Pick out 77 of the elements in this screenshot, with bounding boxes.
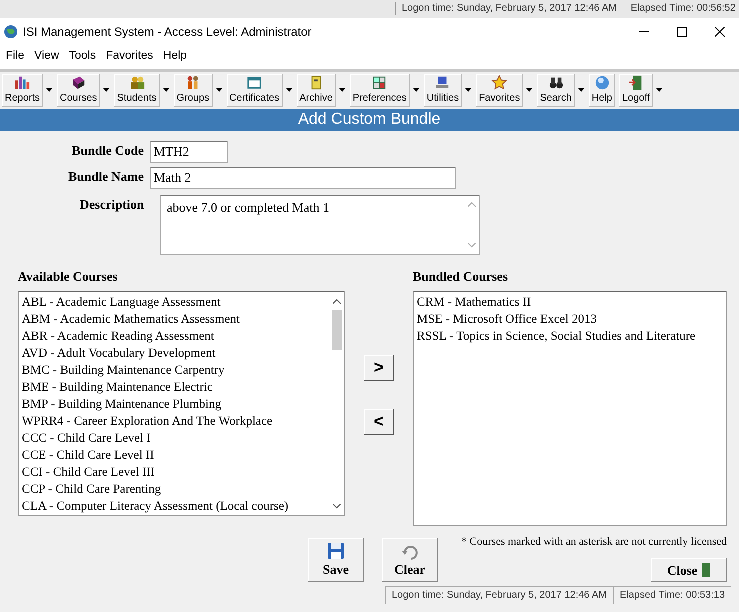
star-icon [491, 75, 508, 92]
grid-icon [371, 75, 388, 92]
scroll-down-icon[interactable] [333, 504, 341, 509]
list-item[interactable]: BMC - Building Maintenance Carpentry [22, 362, 326, 379]
toolbar-button[interactable]: Help [588, 74, 616, 108]
caret-icon[interactable] [578, 88, 585, 92]
menu-item[interactable]: Favorites [106, 48, 154, 66]
binoculars-icon [548, 75, 565, 92]
menu-item[interactable]: Help [163, 48, 188, 66]
toolbar-button[interactable]: Certificates [226, 74, 283, 108]
list-item[interactable]: CRM - Mathematics II [417, 294, 723, 311]
list-item[interactable]: ABM - Academic Mathematics Assessment [22, 310, 326, 328]
help-icon [594, 75, 611, 92]
page-title: Add Custom Bundle [0, 109, 739, 132]
caret-icon[interactable] [412, 88, 420, 92]
list-item[interactable]: ABR - Academic Reading Assessment [22, 328, 326, 345]
action-button[interactable]: Clear [382, 538, 438, 582]
list-item[interactable]: CCI - Child Care Level III [22, 464, 326, 481]
list-label: Available Courses [18, 268, 119, 286]
list-item[interactable]: BME - Building Maintenance Electric [22, 378, 326, 396]
caret-icon[interactable] [216, 88, 223, 92]
window-title: ISI Management System - Access Level: Administrator [23, 24, 312, 41]
list-item[interactable]: CCP - Child Care Parenting [22, 480, 326, 498]
bundled-courses-list[interactable]: CRM - Mathematics II MSE - Microsoft Office Excel 2013 RSSL - Topics in Science, Social Studies and Literature [413, 290, 727, 526]
caret-icon[interactable] [103, 88, 110, 92]
list-item[interactable]: BMP - Building Maintenance Plumbing [22, 396, 326, 413]
chart-icon [14, 75, 31, 92]
scroll-up-icon[interactable] [333, 298, 341, 304]
close-icon[interactable] [715, 27, 725, 37]
list-item[interactable]: CCE - Child Care Level II [22, 446, 326, 464]
toolbar-button[interactable]: Favorites [476, 74, 524, 108]
people-icon [128, 75, 146, 92]
globe-icon [4, 25, 18, 39]
scrollbar-thumb[interactable] [332, 310, 342, 350]
close-button[interactable]: Close [651, 558, 727, 582]
list-item[interactable]: CLA - Computer Literacy Assessment (Local course) [22, 498, 326, 515]
list-label: Bundled Courses [413, 268, 509, 286]
toolbar-button[interactable]: Students [114, 74, 160, 108]
note-text: * Courses marked with an asterisk are not currently licensed [460, 534, 727, 550]
list-item[interactable]: ABL - Academic Language Assessment [22, 294, 326, 311]
list-item[interactable]: AVD - Adult Vocabulary Development [22, 344, 326, 362]
toolbar-button[interactable]: Preferences [350, 74, 410, 108]
list-item[interactable]: WPRR4 - Career Exploration And The Workplace [22, 412, 326, 430]
list-item[interactable]: CCC - Child Care Level I [22, 430, 326, 447]
caret-icon[interactable] [46, 88, 54, 92]
caret-icon[interactable] [526, 88, 534, 92]
toolbar-button[interactable]: Utilities [424, 74, 462, 108]
window-icon [246, 75, 264, 92]
field-label: Description [79, 196, 146, 214]
toolbar-button[interactable]: Search [537, 74, 575, 108]
caret-icon[interactable] [162, 88, 170, 92]
bundle-code-field[interactable]: MTH2 [150, 141, 228, 164]
caret-icon[interactable] [465, 88, 472, 92]
toolbar-button[interactable]: Archive [296, 74, 336, 108]
field-label: Bundle Code [71, 142, 145, 160]
status-text: Logon time: Sunday, February 5, 2017 12:46 AM Elapsed Time: 00:56:52 [395, 2, 736, 15]
toolbar-button[interactable]: Courses [57, 74, 100, 108]
action-button[interactable]: Save [308, 538, 364, 582]
bundle-name-field[interactable]: Math 2 [150, 167, 456, 190]
available-courses-list[interactable] [18, 290, 345, 516]
status-text: Logon time: Sunday, February 5, 2017 12:46 AM [385, 586, 613, 604]
list-item[interactable]: RSSL - Topics in Science, Social Studies and Literature [417, 328, 723, 345]
status-text: Elapsed Time: 00:53:13 [612, 586, 732, 604]
toolbar-button[interactable]: Logoff [619, 74, 654, 108]
maximize-icon[interactable] [677, 27, 687, 37]
field-label: Bundle Name [68, 168, 145, 186]
move-button[interactable]: < [364, 409, 394, 436]
toolbar-button[interactable]: Groups [174, 74, 213, 108]
list-item[interactable]: MSE - Microsoft Office Excel 2013 [417, 310, 723, 328]
caret-icon[interactable] [286, 88, 293, 92]
menu-item[interactable]: File [6, 48, 25, 66]
toolbar-button[interactable]: Reports [2, 74, 44, 108]
move-button[interactable]: > [364, 355, 394, 382]
menu-item[interactable]: View [34, 48, 60, 66]
caret-icon[interactable] [338, 88, 346, 92]
menu-item[interactable]: Tools [69, 48, 96, 66]
caret-icon[interactable] [656, 88, 664, 92]
